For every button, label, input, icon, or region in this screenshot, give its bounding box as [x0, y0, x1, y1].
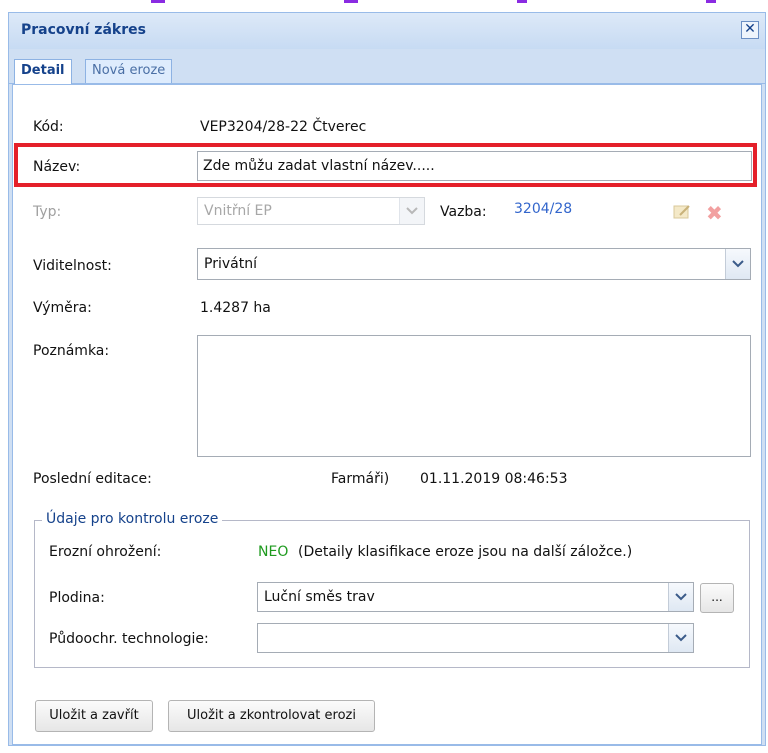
- viditelnost-select[interactable]: Privátní: [197, 248, 751, 280]
- viditelnost-value: Privátní: [204, 256, 257, 272]
- poznamka-label: Poznámka:: [33, 343, 110, 359]
- typ-value: Vnitřní EP: [204, 203, 272, 219]
- edit-icon[interactable]: [672, 203, 692, 221]
- vazba-value[interactable]: 3204/28: [514, 201, 572, 217]
- top-edge-mark: [151, 0, 165, 3]
- delete-icon[interactable]: ✖: [706, 201, 723, 225]
- tab-nova-eroze[interactable]: Nová eroze: [85, 59, 173, 83]
- posledni-editace-author: Farmáři): [331, 471, 390, 487]
- vymera-value: 1.4287 ha: [200, 300, 271, 316]
- nazev-label: Název:: [33, 159, 81, 175]
- nazev-input[interactable]: [197, 151, 752, 181]
- window-title: Pracovní zákres: [21, 22, 146, 38]
- top-edge-mark: [706, 0, 716, 3]
- typ-label: Typ:: [33, 204, 62, 220]
- erozni-ohrozeni-label: Erozní ohrožení:: [49, 544, 162, 560]
- viditelnost-label: Viditelnost:: [33, 258, 112, 274]
- posledni-editace-label: Poslední editace:: [33, 471, 152, 487]
- plodina-select[interactable]: Luční směs trav: [257, 582, 694, 612]
- poznamka-textarea[interactable]: [197, 335, 751, 457]
- erozni-ohrozeni-note: (Detaily klasifikace eroze jsou na další…: [298, 544, 633, 560]
- plodina-label: Plodina:: [49, 590, 105, 606]
- typ-select: Vnitřní EP: [197, 197, 425, 225]
- technologie-select[interactable]: [257, 623, 694, 653]
- top-edge-mark: [517, 0, 527, 3]
- eroze-legend: Údaje pro kontrolu eroze: [42, 511, 223, 527]
- chevron-down-icon[interactable]: [668, 624, 693, 652]
- posledni-editace-datetime: 01.11.2019 08:46:53: [420, 471, 568, 487]
- top-edge-mark: [344, 0, 358, 3]
- plodina-more-button[interactable]: ...: [700, 583, 734, 613]
- save-close-button[interactable]: Uložit a zavřít: [35, 700, 153, 732]
- plodina-value: Luční směs trav: [264, 589, 375, 605]
- chevron-down-icon[interactable]: [725, 249, 750, 279]
- vazba-label: Vazba:: [440, 204, 487, 220]
- technologie-label: Půdoochr. technologie:: [49, 631, 209, 647]
- vymera-label: Výměra:: [33, 300, 92, 316]
- chevron-down-icon[interactable]: [668, 583, 693, 611]
- erozni-ohrozeni-value: NEO: [258, 544, 289, 560]
- chevron-down-icon: [399, 198, 424, 224]
- kod-value: VEP3204/28-22 Čtverec: [200, 119, 367, 135]
- close-icon[interactable]: ✕: [741, 21, 759, 39]
- title-bar: Pracovní zákres ✕: [9, 13, 765, 49]
- tab-strip: Detail Nová eroze: [9, 49, 765, 84]
- tab-detail[interactable]: Detail: [14, 59, 72, 84]
- save-check-button[interactable]: Uložit a zkontrolovat erozi: [168, 700, 375, 732]
- kod-label: Kód:: [33, 119, 64, 135]
